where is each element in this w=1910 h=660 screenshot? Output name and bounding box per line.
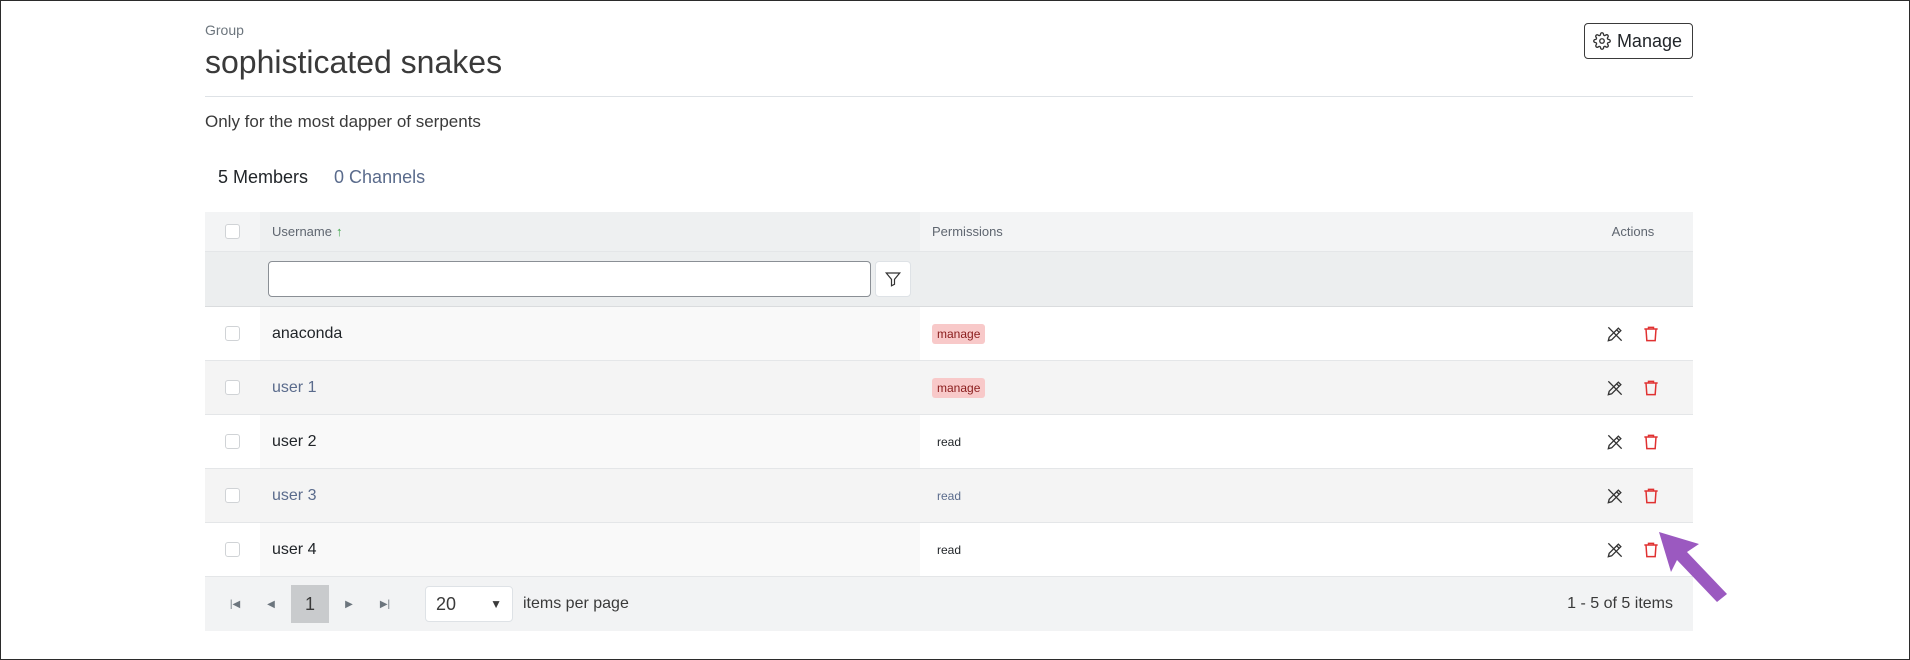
username-filter-input[interactable] [268, 261, 871, 297]
tab-channels[interactable]: 0 Channels [321, 162, 438, 212]
row-username: user 4 [260, 523, 920, 576]
table-row: user 3 read [205, 469, 1693, 523]
row-checkbox[interactable] [225, 380, 240, 395]
permission-badge: read [937, 542, 962, 557]
row-username: user 2 [260, 415, 920, 468]
permission-badge: read [937, 434, 962, 449]
arrow-pointer-icon [1659, 532, 1727, 602]
row-checkbox[interactable] [225, 542, 240, 557]
table-row: user 1 manage [205, 361, 1693, 415]
gear-icon [1593, 32, 1611, 50]
manage-button[interactable]: Manage [1583, 23, 1693, 59]
tab-members[interactable]: 5 Members [205, 162, 322, 214]
page-size-value: 20 [436, 593, 457, 614]
filter-row [205, 252, 1693, 307]
page-size-select[interactable]: 20 ▼ [425, 586, 513, 622]
filter-button[interactable] [875, 261, 911, 297]
members-grid: Username ↑ Permissions Actions anaconda … [205, 212, 1693, 631]
column-header-username-label: Username [272, 224, 332, 239]
edit-icon[interactable] [1604, 539, 1626, 561]
trash-icon[interactable] [1640, 323, 1662, 345]
pager: |◀ ◀ 1 ▶ ▶| 20 ▼ items per page 1 - 5 of… [205, 577, 1693, 631]
row-username: user 3 [272, 486, 317, 504]
edit-icon[interactable] [1604, 377, 1626, 399]
column-header-username[interactable]: Username ↑ [260, 212, 920, 251]
permission-badge: read [937, 488, 962, 503]
previous-page-icon[interactable]: ◀ [253, 599, 289, 610]
permission-badge: manage [932, 377, 986, 398]
row-checkbox[interactable] [225, 434, 240, 449]
select-all-checkbox[interactable] [225, 224, 240, 239]
trash-icon[interactable] [1640, 377, 1662, 399]
column-header-permissions[interactable]: Permissions [920, 212, 1583, 251]
row-username: anaconda [260, 307, 920, 360]
edit-icon[interactable] [1604, 485, 1626, 507]
group-description: Only for the most dapper of serpents [205, 112, 481, 131]
filter-icon [884, 270, 902, 288]
table-row: user 4 read [205, 523, 1693, 577]
row-checkbox[interactable] [225, 488, 240, 503]
current-page-button[interactable]: 1 [291, 585, 329, 623]
tab-bar: 5 Members 0 Channels [205, 162, 1693, 214]
page-title: sophisticated snakes [205, 44, 503, 80]
trash-icon[interactable] [1640, 485, 1662, 507]
arrow-up-icon: ↑ [335, 224, 343, 239]
next-page-icon[interactable]: ▶ [331, 599, 367, 610]
manage-button-label: Manage [1616, 30, 1682, 51]
first-page-icon[interactable]: |◀ [217, 599, 253, 610]
page-eyebrow: Group [205, 22, 244, 38]
table-row: user 2 read [205, 415, 1693, 469]
edit-icon[interactable] [1604, 323, 1626, 345]
table-row: anaconda manage [205, 307, 1693, 361]
page-size-label: items per page [523, 595, 629, 612]
edit-icon[interactable] [1604, 431, 1626, 453]
permission-badge: manage [932, 323, 986, 344]
caret-down-icon: ▼ [490, 597, 502, 611]
trash-icon[interactable] [1640, 431, 1662, 453]
last-page-icon[interactable]: ▶| [367, 599, 403, 610]
row-username: user 1 [272, 378, 317, 396]
row-checkbox[interactable] [225, 326, 240, 341]
header-divider [205, 96, 1693, 97]
column-header-actions: Actions [1611, 224, 1655, 239]
grid-header: Username ↑ Permissions Actions [205, 212, 1693, 252]
